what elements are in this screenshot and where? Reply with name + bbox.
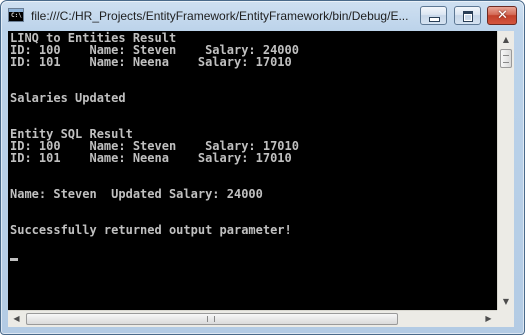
- maximize-button[interactable]: [454, 6, 481, 25]
- scroll-left-icon[interactable]: ◀: [8, 311, 25, 327]
- text-cursor: [10, 258, 18, 261]
- scroll-up-icon[interactable]: ▲: [498, 31, 514, 48]
- size-grip[interactable]: [497, 310, 514, 327]
- console-line: ID: 101 Name: Neena Salary: 17010: [10, 151, 292, 165]
- horizontal-scroll-thumb[interactable]: [26, 313, 398, 325]
- minimize-button[interactable]: [420, 6, 447, 25]
- window-title: file:///C:/HR_Projects/EntityFramework/E…: [31, 9, 409, 23]
- console-window: C:\ file:///C:/HR_Projects/EntityFramewo…: [0, 0, 525, 335]
- console-output[interactable]: LINQ to Entities Result ID: 100 Name: St…: [8, 31, 497, 310]
- console-line: Salaries Updated: [10, 91, 126, 105]
- console-line: Name: Steven Updated Salary: 24000: [10, 187, 263, 201]
- console-line: Successfully returned output parameter!: [10, 223, 292, 237]
- maximize-icon: [463, 11, 473, 22]
- close-icon: ✕: [497, 8, 508, 23]
- console-line: ID: 101 Name: Neena Salary: 17010: [10, 55, 292, 69]
- vertical-scroll-thumb[interactable]: [500, 49, 512, 68]
- horizontal-scrollbar[interactable]: ◀ ▶: [8, 310, 497, 327]
- scroll-down-icon[interactable]: ▼: [498, 293, 514, 310]
- close-button[interactable]: ✕: [487, 6, 517, 25]
- vertical-scrollbar[interactable]: ▲ ▼: [497, 31, 514, 310]
- minimize-icon: [429, 17, 440, 22]
- scroll-right-icon[interactable]: ▶: [480, 311, 497, 327]
- title-bar[interactable]: C:\ file:///C:/HR_Projects/EntityFramewo…: [1, 1, 524, 31]
- app-icon-prompt: C:\: [11, 12, 22, 19]
- console-app-icon[interactable]: C:\: [8, 8, 24, 22]
